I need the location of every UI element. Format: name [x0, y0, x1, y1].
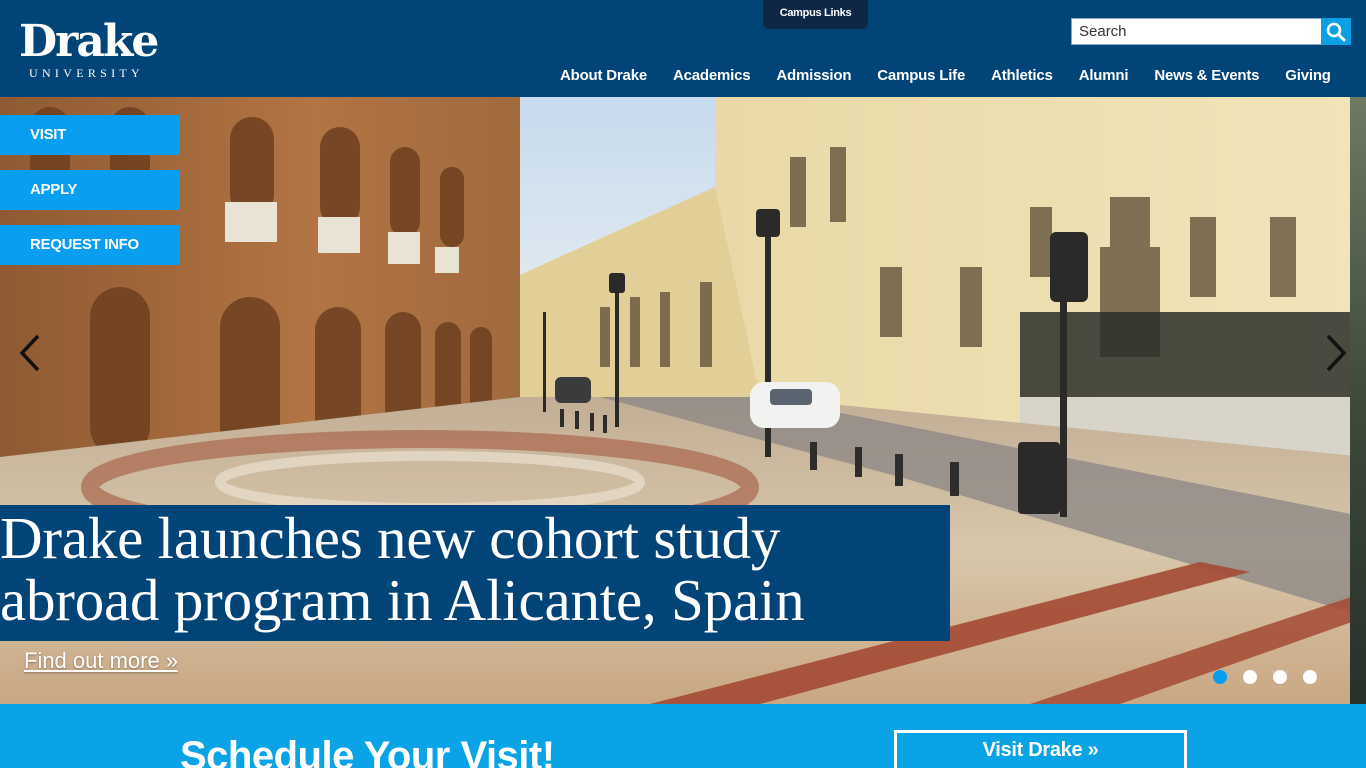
headline-line-1: Drake launches new cohort study [0, 505, 781, 571]
hero-headline[interactable]: Drake launches new cohort study abroad p… [0, 507, 950, 631]
search-field[interactable] [1071, 18, 1322, 45]
schedule-visit-heading: Schedule Your Visit! [180, 734, 555, 768]
search-input[interactable] [1072, 19, 1321, 44]
carousel-pagination [1213, 670, 1317, 684]
nav-giving[interactable]: Giving [1285, 66, 1331, 86]
campus-links-tab[interactable]: Campus Links [763, 0, 868, 29]
nav-alumni[interactable]: Alumni [1079, 66, 1129, 86]
headline-panel: Drake launches new cohort study abroad p… [0, 505, 950, 641]
nav-athletics[interactable]: Athletics [991, 66, 1053, 86]
carousel-dot-3[interactable] [1273, 670, 1287, 684]
headline-line-2: abroad program in Alicante, Spain [0, 567, 805, 633]
schedule-visit-band: Schedule Your Visit! Visit Drake » [0, 704, 1366, 768]
hero-carousel: VISIT APPLY REQUEST INFO Drake launches … [0, 97, 1366, 704]
logo-subtitle: UNIVERSITY [29, 66, 144, 80]
carousel-dot-4[interactable] [1303, 670, 1317, 684]
chevron-right-icon [1326, 334, 1347, 372]
chevron-left-icon [19, 334, 40, 372]
find-out-more-link[interactable]: Find out more » [24, 648, 178, 674]
nav-academics[interactable]: Academics [673, 66, 751, 86]
drake-university-logo[interactable]: Drake UNIVERSITY [19, 16, 165, 82]
request-info-button[interactable]: REQUEST INFO [0, 225, 180, 265]
apply-button[interactable]: APPLY [0, 170, 180, 210]
nav-news-events[interactable]: News & Events [1154, 66, 1259, 86]
nav-campus-life[interactable]: Campus Life [877, 66, 965, 86]
carousel-next-button[interactable] [1324, 333, 1348, 373]
site-header: Drake UNIVERSITY Campus Links About Drak… [0, 0, 1366, 97]
carousel-prev-button[interactable] [18, 333, 42, 373]
hero-edge-shadow [1350, 97, 1366, 704]
carousel-dot-1[interactable] [1213, 670, 1227, 684]
visit-button[interactable]: VISIT [0, 115, 180, 155]
nav-about-drake[interactable]: About Drake [560, 66, 647, 86]
search-icon [1326, 22, 1346, 41]
nav-admission[interactable]: Admission [776, 66, 851, 86]
logo-wordmark: Drake [19, 16, 159, 67]
visit-drake-button[interactable]: Visit Drake » [894, 730, 1187, 768]
main-navigation: About Drake Academics Admission Campus L… [560, 66, 1331, 86]
carousel-dot-2[interactable] [1243, 670, 1257, 684]
search-button[interactable] [1321, 18, 1351, 45]
